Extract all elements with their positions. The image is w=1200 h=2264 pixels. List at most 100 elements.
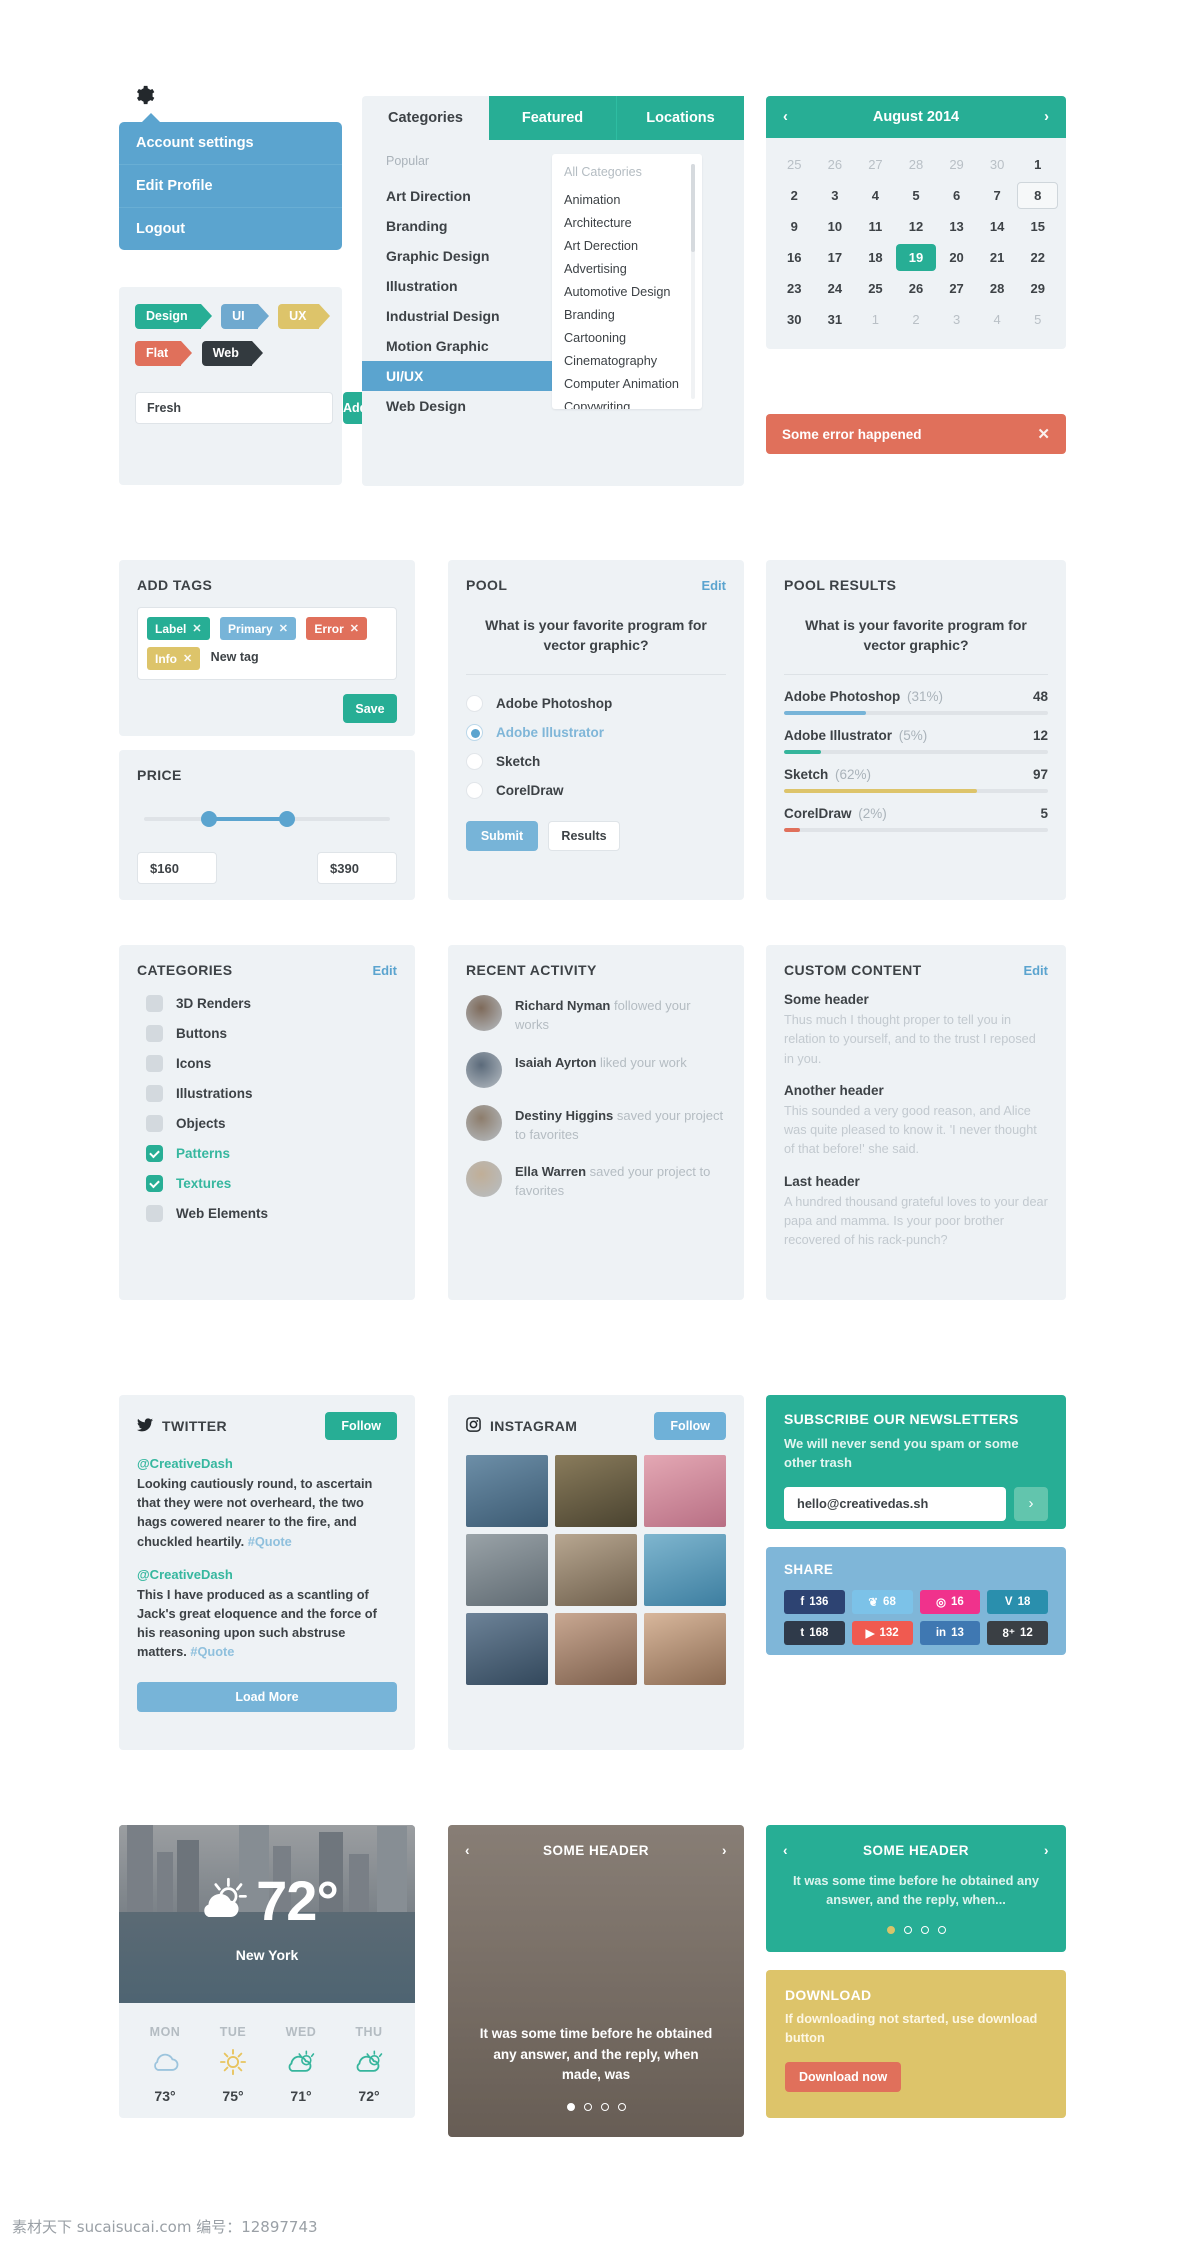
tab-categories[interactable]: Categories	[362, 96, 489, 140]
forest-path-photo[interactable]	[555, 1455, 637, 1527]
share-button-vimeo[interactable]: V 18	[987, 1590, 1048, 1614]
checkbox-row[interactable]: Icons	[137, 1048, 397, 1078]
list-item[interactable]: Automotive Design	[564, 280, 702, 303]
tag-input-field[interactable]: Label ✕ Primary ✕ Error ✕ Info ✕ New tag	[137, 607, 397, 680]
list-item[interactable]: Cinematography	[564, 349, 702, 372]
activity-item[interactable]: Destiny Higgins saved your project to fa…	[466, 1104, 726, 1145]
calendar-day[interactable]: 3	[815, 182, 856, 209]
account-menu-dropdown[interactable]: Account settings Edit Profile Logout	[119, 113, 342, 250]
menu-item-account-settings[interactable]: Account settings	[119, 122, 342, 165]
calendar-day[interactable]: 28	[977, 275, 1018, 302]
scrollbar[interactable]	[691, 164, 695, 399]
calendar-day[interactable]: 27	[855, 151, 896, 178]
calendar-day[interactable]: 3	[936, 306, 977, 333]
calendar-day[interactable]: 30	[977, 151, 1018, 178]
calendar-day[interactable]: 16	[774, 244, 815, 271]
calendar-day[interactable]: 26	[896, 275, 937, 302]
download-now-button[interactable]: Download now	[785, 2062, 902, 2093]
categories-edit-link[interactable]: Edit	[372, 963, 397, 978]
calendar-day[interactable]: 7	[977, 182, 1018, 209]
carousel-dot[interactable]	[920, 1926, 929, 1934]
fresh-tag-input[interactable]	[135, 392, 333, 424]
carousel-dots[interactable]	[448, 2103, 744, 2111]
calendar-day[interactable]: 15	[1017, 213, 1058, 240]
calendar-day[interactable]: 31	[815, 306, 856, 333]
category-ui-ux[interactable]: UI/UX	[362, 361, 552, 391]
menu-item-edit-profile[interactable]: Edit Profile	[119, 165, 342, 208]
instagram-follow-button[interactable]: Follow	[654, 1412, 726, 1440]
poll-option-photoshop[interactable]: Adobe Photoshop	[466, 689, 726, 718]
close-icon[interactable]: ✕	[1037, 425, 1050, 443]
share-button-twitter[interactable]: ❦ 68	[851, 1590, 913, 1614]
tag-chip-label[interactable]: Label ✕	[147, 617, 210, 640]
remove-tag-icon[interactable]: ✕	[279, 622, 288, 635]
calendar-day[interactable]: 14	[977, 213, 1018, 240]
checkbox-row[interactable]: Illustrations	[137, 1078, 397, 1108]
carousel-prev-button[interactable]: ‹	[465, 1843, 470, 1858]
calendar-day[interactable]: 19	[895, 244, 937, 271]
load-more-button[interactable]: Load More	[137, 1681, 397, 1712]
checkbox-icon[interactable]	[146, 994, 163, 1012]
checkbox-row[interactable]: 3D Renders	[137, 988, 397, 1018]
share-button-youtube[interactable]: ▶ 132	[851, 1621, 913, 1645]
calendar-day[interactable]: 1	[855, 306, 896, 333]
calendar-day[interactable]: 2	[774, 182, 815, 209]
twitter-handle[interactable]: @CreativeDash	[137, 1567, 397, 1582]
category-web-design[interactable]: Web Design	[386, 391, 552, 421]
calendar-grid[interactable]: 25 26 27 28 29 30 1 2 3 4 5 6 7 8 9 10 11 12 13 14 15 16 17 18 1…	[766, 138, 1066, 349]
carousel-next-button[interactable]: ›	[722, 1843, 727, 1858]
calendar-day[interactable]: 5	[1017, 306, 1058, 333]
carousel-dot[interactable]	[617, 2103, 626, 2111]
gear-icon[interactable]	[133, 84, 155, 106]
calendar-next-button[interactable]: ›	[1044, 109, 1049, 125]
checkbox-row[interactable]: Web Elements	[137, 1198, 397, 1228]
share-button-linkedin[interactable]: in 13	[919, 1621, 981, 1645]
twitter-follow-button[interactable]: Follow	[325, 1412, 397, 1440]
calendar-day[interactable]: 20	[936, 244, 977, 271]
poll-option-coreldraw[interactable]: CorelDraw	[466, 776, 726, 805]
checkbox-row[interactable]: Buttons	[137, 1018, 397, 1048]
woman-smiling-photo[interactable]	[644, 1613, 726, 1685]
list-item[interactable]: Branding	[564, 303, 702, 326]
calendar-day[interactable]: 1	[1017, 151, 1058, 178]
calendar-day[interactable]: 24	[815, 275, 856, 302]
new-tag-placeholder[interactable]: New tag	[211, 650, 259, 671]
remove-tag-icon[interactable]: ✕	[183, 652, 192, 665]
activity-item[interactable]: Richard Nyman followed your works	[466, 995, 726, 1035]
skateboarder-photo[interactable]	[466, 1534, 548, 1606]
carousel-dot[interactable]	[937, 1926, 946, 1934]
carousel-prev-button[interactable]: ‹	[783, 1843, 788, 1858]
mountain-lake-photo[interactable]	[466, 1455, 548, 1527]
share-button-googleplus[interactable]: 8⁺ 12	[987, 1621, 1048, 1645]
radio-icon-selected[interactable]	[466, 723, 483, 741]
list-item[interactable]: Copywriting	[564, 395, 702, 410]
calendar-day[interactable]: 11	[855, 213, 896, 240]
newsletter-email-input[interactable]	[784, 1486, 1006, 1521]
price-range-slider[interactable]	[144, 810, 390, 828]
calendar-day[interactable]: 12	[896, 213, 937, 240]
calendar-day[interactable]: 4	[977, 306, 1018, 333]
activity-item[interactable]: Isaiah Ayrton liked your work	[466, 1051, 726, 1088]
carousel-dot[interactable]	[600, 2103, 609, 2111]
poll-option-illustrator[interactable]: Adobe Illustrator	[466, 718, 726, 747]
calendar-day[interactable]: 21	[977, 244, 1018, 271]
remove-tag-icon[interactable]: ✕	[192, 622, 201, 635]
category-industrial-design[interactable]: Industrial Design	[386, 301, 552, 331]
calendar-day[interactable]: 28	[896, 151, 937, 178]
ribbon-tag[interactable]: Web	[201, 341, 264, 366]
list-item[interactable]: Advertising	[564, 257, 702, 280]
all-categories-list[interactable]: All Categories Animation Architecture Ar…	[552, 154, 702, 409]
price-max-input[interactable]	[317, 852, 397, 884]
results-button[interactable]: Results	[548, 820, 620, 851]
share-button-facebook[interactable]: f 136	[784, 1590, 845, 1614]
calendar-day[interactable]: 27	[936, 275, 977, 302]
checkbox-icon[interactable]	[146, 1114, 163, 1132]
checkbox-row[interactable]: Objects	[137, 1108, 397, 1138]
calendar-day[interactable]: 10	[815, 213, 856, 240]
checkbox-row[interactable]: Patterns	[137, 1138, 397, 1168]
carousel-next-button[interactable]: ›	[1044, 1843, 1049, 1858]
calendar-day[interactable]: 5	[896, 182, 937, 209]
ribbon-tag[interactable]: UI	[221, 304, 268, 329]
ribbon-tag[interactable]: Flat	[135, 341, 193, 366]
checkbox-icon[interactable]	[146, 1054, 163, 1072]
